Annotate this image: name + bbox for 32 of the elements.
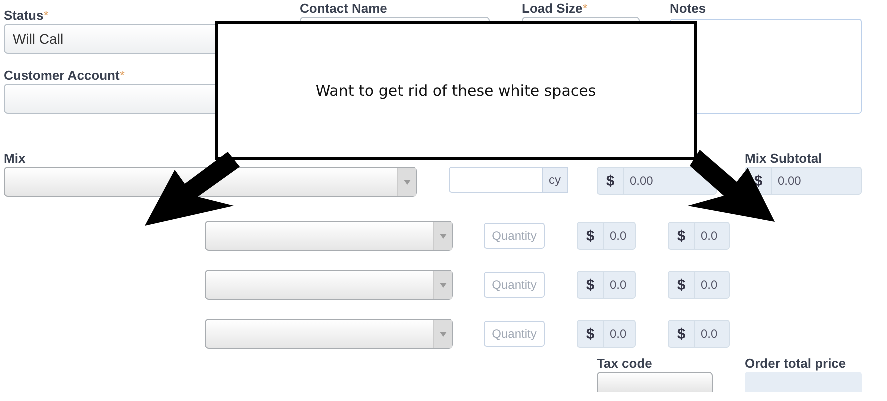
tax-code-dropdown[interactable] <box>597 372 713 392</box>
subtotal-field: $ 0.0 <box>668 222 730 250</box>
field-label: Load Size* <box>522 1 589 17</box>
price-field: $ 0.0 <box>577 222 636 250</box>
caret-icon <box>404 180 410 184</box>
price-field: $ 0.0 <box>577 320 636 348</box>
product-dropdown[interactable] <box>205 319 453 349</box>
subtotal-field: $ 0.0 <box>668 320 730 348</box>
mix-dropdown[interactable] <box>4 167 417 197</box>
quantity-field[interactable]: Quantity <box>484 272 545 298</box>
field-label: Mix Subtotal <box>745 151 824 167</box>
price-field: $ 0.00 <box>597 167 717 195</box>
quantity-field[interactable] <box>449 167 543 193</box>
field-label: Notes <box>670 1 708 17</box>
product-dropdown[interactable] <box>205 221 453 251</box>
callout-text: Want to get rid of these white spaces <box>316 82 596 100</box>
quantity-field[interactable]: Quantity <box>484 223 545 249</box>
field-label: Mix <box>4 151 27 167</box>
subtotal-field: $ 0.00 <box>745 167 862 195</box>
field-label: Tax code <box>597 356 654 372</box>
product-dropdown[interactable] <box>205 270 453 300</box>
field-label: Status* <box>4 8 50 24</box>
caret-icon <box>440 234 446 238</box>
price-field: $ 0.0 <box>577 271 636 299</box>
field-label: Order total price <box>745 356 848 372</box>
field-label: Customer Account* <box>4 68 126 84</box>
field-label: Contact Name <box>300 1 388 17</box>
unit-label: cy <box>543 167 568 193</box>
caret-icon <box>440 282 446 288</box>
subtotal-field: $ 0.0 <box>668 271 730 299</box>
quantity-field[interactable]: Quantity <box>484 321 545 347</box>
caret-icon <box>440 332 446 336</box>
